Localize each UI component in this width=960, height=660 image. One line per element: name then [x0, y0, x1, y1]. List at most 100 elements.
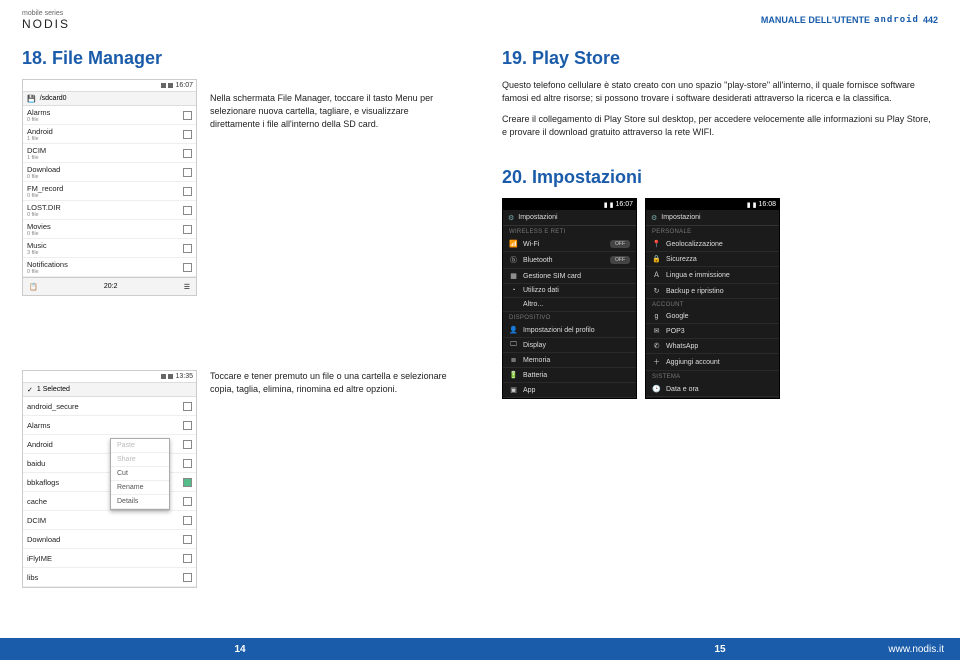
left-column: 18. File Manager 16:07 💾 /sdcard0 Alarms… — [0, 40, 480, 630]
file-row[interactable]: Notifications0 file — [23, 258, 196, 277]
brand-logo: NODIS — [22, 17, 70, 31]
settings-item-label: Bluetooth — [523, 257, 553, 264]
file-checkbox[interactable] — [183, 263, 192, 272]
paste-icon[interactable]: 📋 — [29, 283, 38, 291]
context-menu-item[interactable]: Cut — [111, 467, 169, 481]
file-name: DCIM — [27, 516, 46, 525]
settings-item-label: Lingua e immissione — [666, 272, 730, 279]
settings-item[interactable]: 🔒Sicurezza — [646, 252, 779, 267]
file-row[interactable]: FM_record0 file — [23, 182, 196, 201]
context-menu: PasteShareCutRenameDetails — [110, 438, 170, 510]
settings-header: ⚙Impostazioni — [646, 210, 779, 226]
file-row[interactable]: DCIM — [23, 511, 196, 530]
file-meta: 0 file — [27, 212, 61, 218]
file-meta: 0 file — [27, 117, 50, 123]
context-menu-item[interactable]: Share — [111, 453, 169, 467]
file-checkbox[interactable] — [183, 535, 192, 544]
file-checkbox[interactable] — [183, 225, 192, 234]
settings-item-icon: ⓑ — [509, 255, 518, 265]
settings-screenshot-2: ▮▮16:08⚙ImpostazioniPERSONALE📍Geolocaliz… — [645, 198, 780, 399]
file-row[interactable]: LOST.DIR0 file — [23, 201, 196, 220]
settings-item-label: Geolocalizzazione — [666, 241, 723, 248]
settings-category: ACCOUNT — [646, 299, 779, 310]
file-checkbox[interactable] — [183, 459, 192, 468]
file-checkbox[interactable] — [183, 421, 192, 430]
file-name: Alarms — [27, 421, 50, 430]
settings-item[interactable]: 📍Geolocalizzazione — [646, 237, 779, 252]
settings-item-icon: 🔒 — [652, 255, 661, 263]
file-name: Music — [27, 241, 47, 250]
settings-item-icon: ✆ — [652, 342, 661, 350]
settings-item[interactable]: 🕒Data e ora — [646, 382, 779, 397]
settings-item[interactable]: ✆WhatsApp — [646, 339, 779, 354]
file-row[interactable]: Download — [23, 530, 196, 549]
settings-item[interactable]: 📶Wi-FiOFF — [503, 237, 636, 252]
settings-item-icon: 📶 — [509, 240, 518, 248]
file-checkbox[interactable] — [183, 440, 192, 449]
context-menu-item[interactable]: Paste — [111, 439, 169, 453]
file-checkbox[interactable] — [183, 149, 192, 158]
settings-item[interactable]: 👤Impostazioni del profilo — [503, 323, 636, 338]
file-checkbox[interactable] — [183, 168, 192, 177]
battery-icon — [168, 83, 173, 88]
file-checkbox[interactable] — [183, 497, 192, 506]
context-menu-item[interactable]: Rename — [111, 481, 169, 495]
settings-item[interactable]: ↻Backup e ripristino — [646, 284, 779, 299]
settings-item[interactable]: ＋Aggiungi account — [646, 354, 779, 371]
manual-label: MANUALE DELL'UTENTE android 442 — [761, 15, 938, 25]
battery-icon: ▮ — [610, 201, 614, 209]
settings-item-icon: ✉ — [652, 327, 661, 335]
file-checkbox[interactable] — [183, 573, 192, 582]
file-checkbox[interactable] — [183, 187, 192, 196]
file-row[interactable]: Android1 file — [23, 125, 196, 144]
menu-icon[interactable]: ☰ — [184, 283, 190, 291]
settings-item-label: Batteria — [523, 372, 547, 379]
sd-icon: 💾 — [27, 95, 36, 103]
file-row[interactable]: libs — [23, 568, 196, 587]
file-checkbox[interactable] — [183, 111, 192, 120]
settings-item-label: Display — [523, 342, 546, 349]
file-checkbox[interactable] — [183, 478, 192, 487]
status-bar: 16:07 — [23, 80, 196, 92]
file-checkbox[interactable] — [183, 244, 192, 253]
file-row[interactable]: iFlyIME — [23, 549, 196, 568]
settings-item-label: Altro... — [523, 301, 543, 308]
file-name: FM_record — [27, 184, 63, 193]
file-row[interactable]: Download0 file — [23, 163, 196, 182]
file-checkbox[interactable] — [183, 554, 192, 563]
file-row[interactable]: Alarms0 file — [23, 106, 196, 125]
settings-item[interactable]: Altro... — [503, 298, 636, 312]
settings-item-label: Utilizzo dati — [523, 287, 559, 294]
file-checkbox[interactable] — [183, 516, 192, 525]
file-checkbox[interactable] — [183, 130, 192, 139]
settings-item[interactable]: ◔Utilizzo dati — [503, 284, 636, 298]
file-name: Android — [27, 440, 53, 449]
file-row[interactable]: Alarms — [23, 416, 196, 435]
file-name: bbkaflogs — [27, 478, 59, 487]
settings-item[interactable]: ✉POP3 — [646, 324, 779, 339]
settings-item[interactable]: 🔋Batteria — [503, 368, 636, 383]
settings-item-icon: ≣ — [509, 356, 518, 364]
file-row[interactable]: Music3 file — [23, 239, 196, 258]
check-icon[interactable]: ✓ — [27, 386, 33, 394]
context-menu-item[interactable]: Details — [111, 495, 169, 509]
footer-site: www.nodis.it — [888, 644, 944, 655]
settings-item[interactable]: ⓑ Bluetooth OFF — [503, 252, 636, 269]
settings-item[interactable]: Ａ Lingua e immissione — [646, 267, 779, 284]
settings-item[interactable]: ▣App — [503, 383, 636, 398]
settings-item-icon: Ａ — [652, 270, 661, 280]
settings-item[interactable]: ≣Memoria — [503, 353, 636, 368]
file-row[interactable]: Movies0 file — [23, 220, 196, 239]
toggle-switch[interactable]: OFF — [610, 256, 630, 264]
right-column: 19. Play Store Questo telefono cellulare… — [480, 40, 960, 630]
file-checkbox[interactable] — [183, 206, 192, 215]
file-checkbox[interactable] — [183, 402, 192, 411]
file-row[interactable]: DCIM1 file — [23, 144, 196, 163]
settings-item[interactable]: 🖵Display — [503, 338, 636, 353]
toggle-switch[interactable]: OFF — [610, 240, 630, 248]
section-18-title: 18. File Manager — [22, 48, 458, 69]
settings-item[interactable]: gGoogle — [646, 310, 779, 324]
signal-icon: ▮ — [747, 201, 751, 209]
settings-item[interactable]: ▦Gestione SIM card — [503, 269, 636, 284]
file-row[interactable]: android_secure — [23, 397, 196, 416]
